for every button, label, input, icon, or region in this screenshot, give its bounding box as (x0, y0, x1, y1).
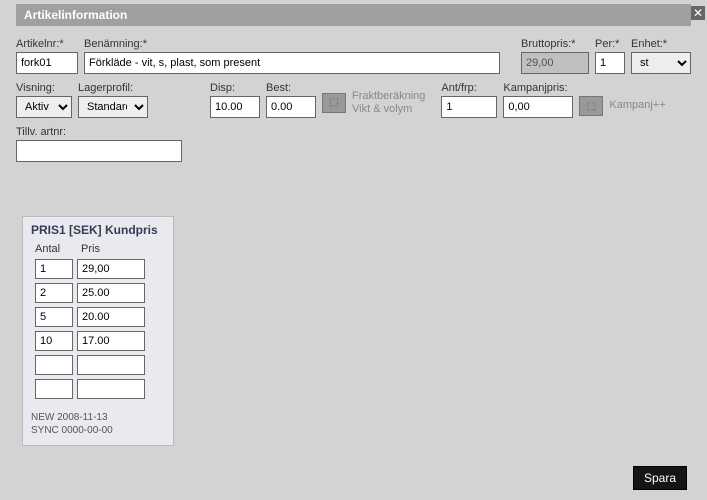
frakt-line1: Fraktberäkning (352, 90, 425, 103)
col-pris: Pris (81, 243, 100, 255)
kampanjpris-label: Kampanjpris: (503, 82, 573, 94)
disp-input[interactable] (210, 96, 260, 118)
kampanjpp-label: Kampanj++ (609, 99, 665, 112)
per-label: Per:* (595, 38, 625, 50)
lagerprofil-select[interactable]: Standard (78, 96, 148, 118)
best-label: Best: (266, 82, 316, 94)
table-row (35, 379, 165, 399)
bruttopris-label: Bruttopris:* (521, 38, 589, 50)
qty-input[interactable] (35, 379, 73, 399)
tillv-input[interactable] (16, 140, 182, 162)
table-row (35, 307, 165, 327)
campaign-icon: ⬚ (579, 96, 603, 116)
table-row (35, 355, 165, 375)
visning-select[interactable]: Aktiv (16, 96, 72, 118)
price-input[interactable] (77, 379, 145, 399)
price-matrix-title: PRIS1 [SEK] Kundpris (31, 223, 165, 237)
price-input[interactable] (77, 331, 145, 351)
price-input[interactable] (77, 283, 145, 303)
table-row (35, 259, 165, 279)
qty-input[interactable] (35, 355, 73, 375)
artikelnr-label: Artikelnr:* (16, 38, 78, 50)
best-input[interactable] (266, 96, 316, 118)
price-matrix: PRIS1 [SEK] Kundpris Antal Pris (22, 216, 174, 446)
enhet-select[interactable]: st (631, 52, 691, 74)
sync-sync: SYNC 0000-00-00 (31, 424, 165, 437)
visning-label: Visning: (16, 82, 72, 94)
per-input[interactable] (595, 52, 625, 74)
qty-input[interactable] (35, 307, 73, 327)
qty-input[interactable] (35, 331, 73, 351)
antfrp-label: Ant/frp: (441, 82, 497, 94)
lagerprofil-label: Lagerprofil: (78, 82, 148, 94)
artikelnr-input[interactable] (16, 52, 78, 74)
frakt-line2: Vikt & volym (352, 103, 425, 116)
kampanjpris-input[interactable] (503, 96, 573, 118)
frakt-block[interactable]: ⬚ Fraktberäkning Vikt & volym (322, 90, 425, 118)
table-row (35, 283, 165, 303)
panel-title: Artikelinformation (16, 4, 691, 26)
save-button[interactable]: Spara (633, 466, 687, 490)
kampanj-block[interactable]: ⬚ Kampanj++ (579, 96, 665, 118)
bruttopris-input (521, 52, 589, 74)
price-input[interactable] (77, 259, 145, 279)
package-icon: ⬚ (322, 93, 346, 113)
price-input[interactable] (77, 307, 145, 327)
benamning-label: Benämning:* (84, 38, 515, 50)
article-panel: Artikelinformation ✕ Artikelnr:* Benämni… (16, 4, 691, 460)
enhet-label: Enhet:* (631, 38, 691, 50)
col-antal: Antal (35, 243, 77, 255)
price-input[interactable] (77, 355, 145, 375)
qty-input[interactable] (35, 283, 73, 303)
benamning-input[interactable] (84, 52, 500, 74)
antfrp-input[interactable] (441, 96, 497, 118)
sync-new: NEW 2008-11-13 (31, 411, 165, 424)
disp-label: Disp: (210, 82, 260, 94)
close-icon[interactable]: ✕ (691, 6, 705, 20)
qty-input[interactable] (35, 259, 73, 279)
table-row (35, 331, 165, 351)
tillv-label: Tillv. artnr: (16, 126, 182, 138)
